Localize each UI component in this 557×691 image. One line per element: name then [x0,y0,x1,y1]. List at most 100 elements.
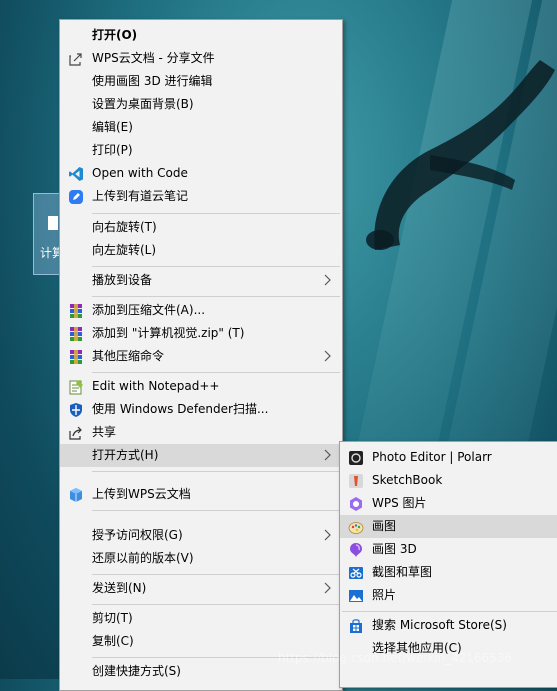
menu-item-label: 打印(P) [92,143,133,157]
menu-item-label: 编辑(E) [92,120,133,134]
menu-item-print[interactable]: 打印(P) [60,139,342,162]
submenu-item-ms-store[interactable]: 搜索 Microsoft Store(S) [340,614,557,637]
notepadpp-icon [69,380,83,395]
winrar-icon [70,350,82,364]
chevron-right-icon [324,529,331,541]
submenu-item-wps-image[interactable]: WPS 图片 [340,492,557,515]
submenu-item-paint[interactable]: 画图 [340,515,557,538]
menu-item-label: 上传到有道云笔记 [92,189,189,203]
wps-image-icon [350,497,362,511]
menu-item-label: Edit with Notepad++ [92,379,220,393]
menu-separator [92,510,340,511]
submenu-item-polarr[interactable]: Photo Editor | Polarr [340,446,557,469]
submenu-item-label: 搜索 Microsoft Store(S) [372,618,507,632]
menu-item-label: 还原以前的版本(V) [92,551,194,565]
menu-item-add-to-archive[interactable]: 添加到压缩文件(A)... [60,299,342,322]
menu-item-open-with[interactable]: 打开方式(H) [60,444,342,467]
submenu-item-label: WPS 图片 [372,496,427,510]
menu-item-defender-scan[interactable]: 使用 Windows Defender扫描... [60,398,342,421]
menu-item-label: 设置为桌面背景(B) [92,97,194,111]
menu-item-restore-versions[interactable]: 还原以前的版本(V) [60,547,342,570]
menu-item-copy[interactable]: 复制(C) [60,630,342,653]
menu-item-label: 授予访问权限(G) [92,528,183,542]
chevron-right-icon [324,274,331,286]
menu-item-set-wallpaper[interactable]: 设置为桌面背景(B) [60,93,342,116]
menu-item-cut[interactable]: 剪切(T) [60,607,342,630]
menu-item-rotate-left[interactable]: 向左旋转(L) [60,239,342,262]
menu-separator [92,372,340,373]
share-out-icon [69,53,82,66]
menu-item-label: 打开(O) [92,28,138,42]
defender-shield-icon [70,403,82,417]
menu-item-label: 向右旋转(T) [92,220,157,234]
menu-item-upload-wps[interactable]: 上传到WPS云文档 [60,483,342,506]
menu-item-open[interactable]: 打开(O) [60,24,342,47]
menu-item-label: 共享 [92,425,117,439]
menu-item-share[interactable]: 共享 [60,421,342,444]
menu-item-rotate-right[interactable]: 向右旋转(T) [60,216,342,239]
menu-item-label: Open with Code [92,166,188,180]
menu-separator [92,213,340,214]
desktop-file-icon[interactable]: 计算 [33,193,61,275]
share-icon [69,426,82,440]
submenu-item-photos[interactable]: 照片 [340,584,557,607]
menu-item-label: 创建快捷方式(S) [92,664,181,678]
submenu-item-label: 截图和草图 [372,565,433,579]
submenu-item-paint3d[interactable]: 画图 3D [340,538,557,561]
menu-item-label: 复制(C) [92,634,134,648]
menu-item-edit[interactable]: 编辑(E) [60,116,342,139]
menu-item-label: 剪切(T) [92,611,133,625]
menu-item-add-to-zip[interactable]: 添加到 "计算机视觉.zip" (T) [60,322,342,345]
menu-item-other-compress[interactable]: 其他压缩命令 [60,345,342,368]
menu-item-cast-to-device[interactable]: 播放到设备 [60,269,342,292]
snip-sketch-icon [349,567,363,579]
winrar-icon [70,327,82,341]
menu-separator [92,296,340,297]
chevron-right-icon [324,449,331,461]
menu-item-send-to[interactable]: 发送到(N) [60,577,342,600]
menu-item-open-with-code[interactable]: Open with Code [60,162,342,185]
menu-item-label: 添加到 "计算机视觉.zip" (T) [92,326,245,340]
submenu-item-label: 照片 [372,588,397,602]
vscode-icon [69,167,83,181]
submenu-item-label: 画图 [372,519,397,533]
polarr-icon [349,451,363,465]
submenu-item-label: Photo Editor | Polarr [372,450,492,464]
menu-item-give-access[interactable]: 授予访问权限(G) [60,524,342,547]
menu-item-notepadpp[interactable]: Edit with Notepad++ [60,375,342,398]
submenu-item-label: SketchBook [372,473,443,487]
menu-item-label: 使用画图 3D 进行编辑 [92,74,213,88]
wps-cloud-cube-icon [70,488,82,502]
submenu-item-sketchbook[interactable]: SketchBook [340,469,557,492]
winrar-icon [70,304,82,318]
menu-separator [92,266,340,267]
menu-item-youdao-note[interactable]: 上传到有道云笔记 [60,185,342,208]
menu-item-edit-paint3d[interactable]: 使用画图 3D 进行编辑 [60,70,342,93]
menu-separator [92,574,340,575]
paint3d-icon [350,543,362,557]
youdao-note-icon [69,190,83,204]
context-menu: 打开(O) WPS云文档 - 分享文件 使用画图 3D 进行编辑 设置为桌面背景… [59,19,343,691]
menu-item-label: 向左旋转(L) [92,243,157,257]
menu-item-label: 添加到压缩文件(A)... [92,303,206,317]
watermark: https://blog.csdn.net/weixin_42166536 [278,651,513,665]
photos-icon [349,590,363,602]
paint-palette-icon [348,522,364,534]
menu-item-wps-share[interactable]: WPS云文档 - 分享文件 [60,47,342,70]
sketchbook-icon [349,474,363,488]
menu-item-label: 发送到(N) [92,581,147,595]
image-file-icon [48,216,58,230]
microsoft-store-icon [350,619,362,633]
menu-item-label: 使用 Windows Defender扫描... [92,402,269,416]
chevron-right-icon [324,350,331,362]
submenu-item-snip-sketch[interactable]: 截图和草图 [340,561,557,584]
menu-item-label: 上传到WPS云文档 [92,487,191,501]
menu-item-label: 打开方式(H) [92,448,159,462]
menu-separator [92,604,340,605]
submenu-item-label: 画图 3D [372,542,417,556]
desktop-file-label: 计算 [40,246,60,260]
chevron-right-icon [324,582,331,594]
menu-item-label: 播放到设备 [92,273,153,287]
menu-separator [342,611,557,612]
menu-item-label: 其他压缩命令 [92,349,165,363]
